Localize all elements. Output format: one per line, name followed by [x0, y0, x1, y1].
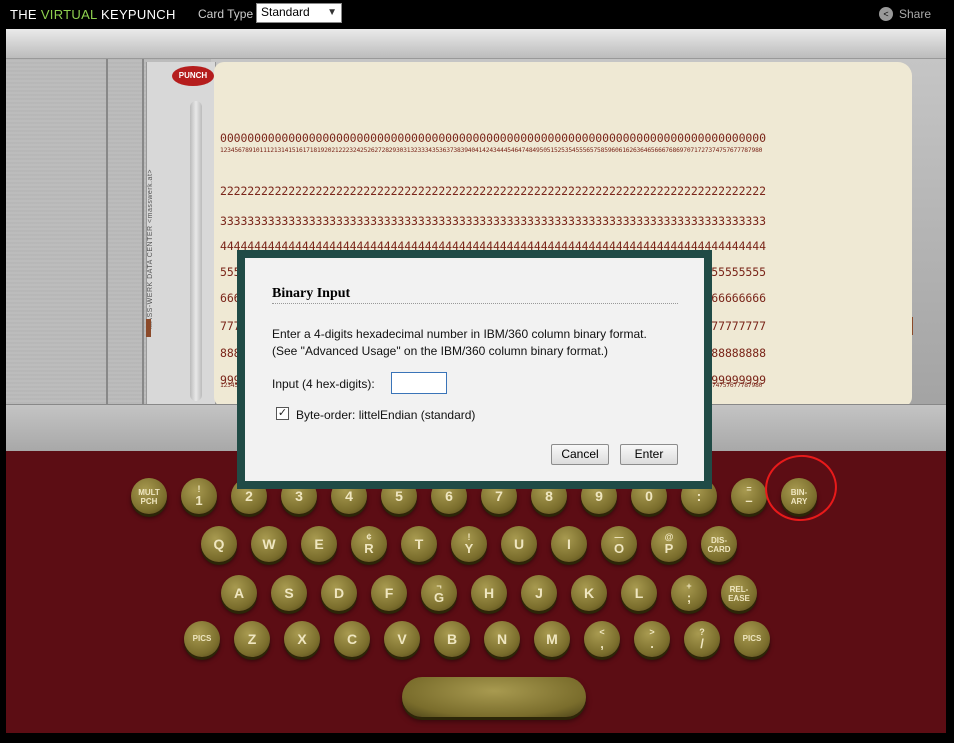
key-s[interactable]: S	[271, 575, 307, 611]
key-lt-comma[interactable]: <,	[584, 621, 620, 657]
key-discard[interactable]: DIS- CARD	[701, 526, 737, 562]
key-o[interactable]: — O	[601, 526, 637, 562]
byte-order-label: Byte-order: littelEndian (standard)	[296, 408, 476, 422]
key-v[interactable]: V	[384, 621, 420, 657]
key-e[interactable]: E	[301, 526, 337, 562]
key-m[interactable]: M	[534, 621, 570, 657]
enter-button[interactable]: Enter	[620, 444, 678, 465]
key-r[interactable]: ¢ R	[351, 526, 387, 562]
key-u[interactable]: U	[501, 526, 537, 562]
key-1[interactable]: ! 1	[181, 478, 217, 514]
app-title: THE VIRTUAL KEYPUNCH	[10, 7, 176, 22]
rail-seam	[142, 59, 144, 404]
key-z[interactable]: Z	[234, 621, 270, 657]
key-a[interactable]: A	[221, 575, 257, 611]
key-n[interactable]: N	[484, 621, 520, 657]
key-gt-period[interactable]: >.	[634, 621, 670, 657]
rail-seam	[106, 59, 108, 404]
hex-input[interactable]	[391, 372, 447, 394]
top-bar: THE VIRTUAL KEYPUNCH Card Type Standard ▼…	[0, 0, 954, 29]
hex-input-label: Input (4 hex-digits):	[272, 377, 375, 391]
punch-station-bar	[190, 101, 202, 401]
key-l[interactable]: L	[621, 575, 657, 611]
key-b[interactable]: B	[434, 621, 470, 657]
punch-station-label: MASS-WERK DATA CENTER <masswerk.at>	[147, 169, 154, 329]
share-label: Share	[899, 7, 932, 21]
space-bar[interactable]	[402, 677, 586, 717]
card-type-label: Card Type	[198, 7, 254, 21]
key-p[interactable]: @ P	[651, 526, 687, 562]
key-release[interactable]: REL- EASE	[721, 575, 757, 611]
dialog-description-1: Enter a 4-digits hexadecimal number in I…	[272, 327, 647, 341]
punch-badge: PUNCH	[172, 66, 214, 86]
key-d[interactable]: D	[321, 575, 357, 611]
chevron-down-icon: ▼	[327, 7, 337, 18]
key-pics-right[interactable]: PICS	[734, 621, 770, 657]
key-c[interactable]: C	[334, 621, 370, 657]
dialog-body: Binary Input Enter a 4-digits hexadecima…	[245, 258, 704, 481]
key-pics-left[interactable]: PICS	[184, 621, 220, 657]
key-x[interactable]: X	[284, 621, 320, 657]
upper-housing	[6, 29, 946, 59]
key-question-slash[interactable]: ? /	[684, 621, 720, 657]
key-j[interactable]: J	[521, 575, 557, 611]
key-w[interactable]: W	[251, 526, 287, 562]
key-i[interactable]: I	[551, 526, 587, 562]
key-plus-semicolon[interactable]: +;	[671, 575, 707, 611]
byte-order-checkbox[interactable]: ✓	[276, 407, 289, 420]
key-y[interactable]: ! Y	[451, 526, 487, 562]
share-icon: <	[879, 7, 893, 21]
key-q[interactable]: Q	[201, 526, 237, 562]
key-f[interactable]: F	[371, 575, 407, 611]
card-digit-row-2: 2222222222222222222222222222222222222222…	[220, 184, 766, 198]
dialog-description-2: (See "Advanced Usage" on the IBM/360 col…	[272, 344, 609, 358]
share-button[interactable]: < Share	[879, 7, 931, 21]
key-t[interactable]: T	[401, 526, 437, 562]
key-mult-pch[interactable]: MULT PCH	[131, 478, 167, 514]
key-h[interactable]: H	[471, 575, 507, 611]
card-guide-left	[146, 319, 151, 337]
binary-input-dialog: Binary Input Enter a 4-digits hexadecima…	[237, 250, 712, 489]
card-digit-row-1: 1234567891011121314151617181920212223242…	[220, 147, 763, 154]
dialog-divider	[272, 303, 678, 304]
key-k[interactable]: K	[571, 575, 607, 611]
key-minus[interactable]: = –	[731, 478, 767, 514]
app-title-highlight: VIRTUAL	[40, 7, 98, 22]
dialog-title: Binary Input	[272, 286, 351, 301]
card-digit-row-0: 0000000000000000000000000000000000000000…	[220, 131, 766, 145]
key-g[interactable]: ¬ G	[421, 575, 457, 611]
card-digit-row-3: 3333333333333333333333333333333333333333…	[220, 214, 766, 228]
cancel-button[interactable]: Cancel	[551, 444, 609, 465]
card-type-value: Standard	[261, 5, 310, 19]
card-type-select[interactable]: Standard ▼	[256, 3, 342, 23]
